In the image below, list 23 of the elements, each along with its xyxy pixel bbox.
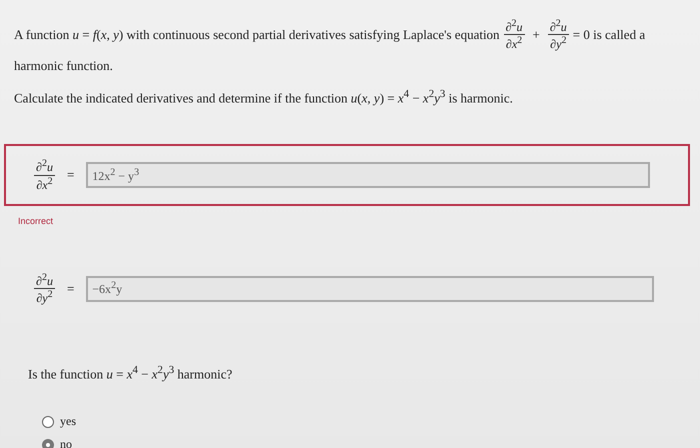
equals-sign: = (66, 280, 74, 297)
equals-sign: = (66, 167, 74, 183)
fraction-denominator: ∂x$^{2}$ (35, 176, 54, 192)
radio-button[interactable] (42, 416, 54, 428)
fraction-numerator: ∂$^{2}$u (548, 18, 569, 36)
fraction-numerator: ∂$^{2}$u (504, 18, 524, 36)
fraction-denominator: ∂y$^{2}$ (35, 289, 54, 306)
plus-sign: + (532, 26, 540, 43)
fraction-numerator: ∂$^{2}$u (34, 272, 55, 290)
answer-field[interactable]: 12x$^{2}$ − y$^{3}$ (86, 162, 650, 188)
option-label[interactable]: no (60, 437, 72, 448)
intro-text: A function u = f(x, y) with continuous second partial derivatives satisfying Laplace's equation (14, 26, 500, 43)
intro-text: = 0 is called a (572, 26, 646, 43)
option-label[interactable]: yes (60, 414, 76, 429)
radio-button[interactable] (42, 438, 54, 448)
answer-field[interactable]: −6x$^{2}$y (86, 276, 654, 302)
feedback-label: Incorrect (18, 216, 54, 226)
fraction-denominator: ∂y$^{2}$ (549, 35, 568, 52)
instruction-text: Calculate the indicated derivatives and determine if the function u(x, y) = x$^{4}$ − x$^{2}$y$^{3}$ is harmonic. (14, 88, 514, 106)
fraction-denominator: ∂x$^{2}$ (504, 35, 524, 52)
question-text: Is the function u = x$^{4}$ − x$^{2}$y$^{3}$ harmonic? (28, 364, 234, 382)
intro-text: harmonic function. (14, 58, 114, 74)
fraction-numerator: ∂$^{2}$u (34, 158, 55, 176)
